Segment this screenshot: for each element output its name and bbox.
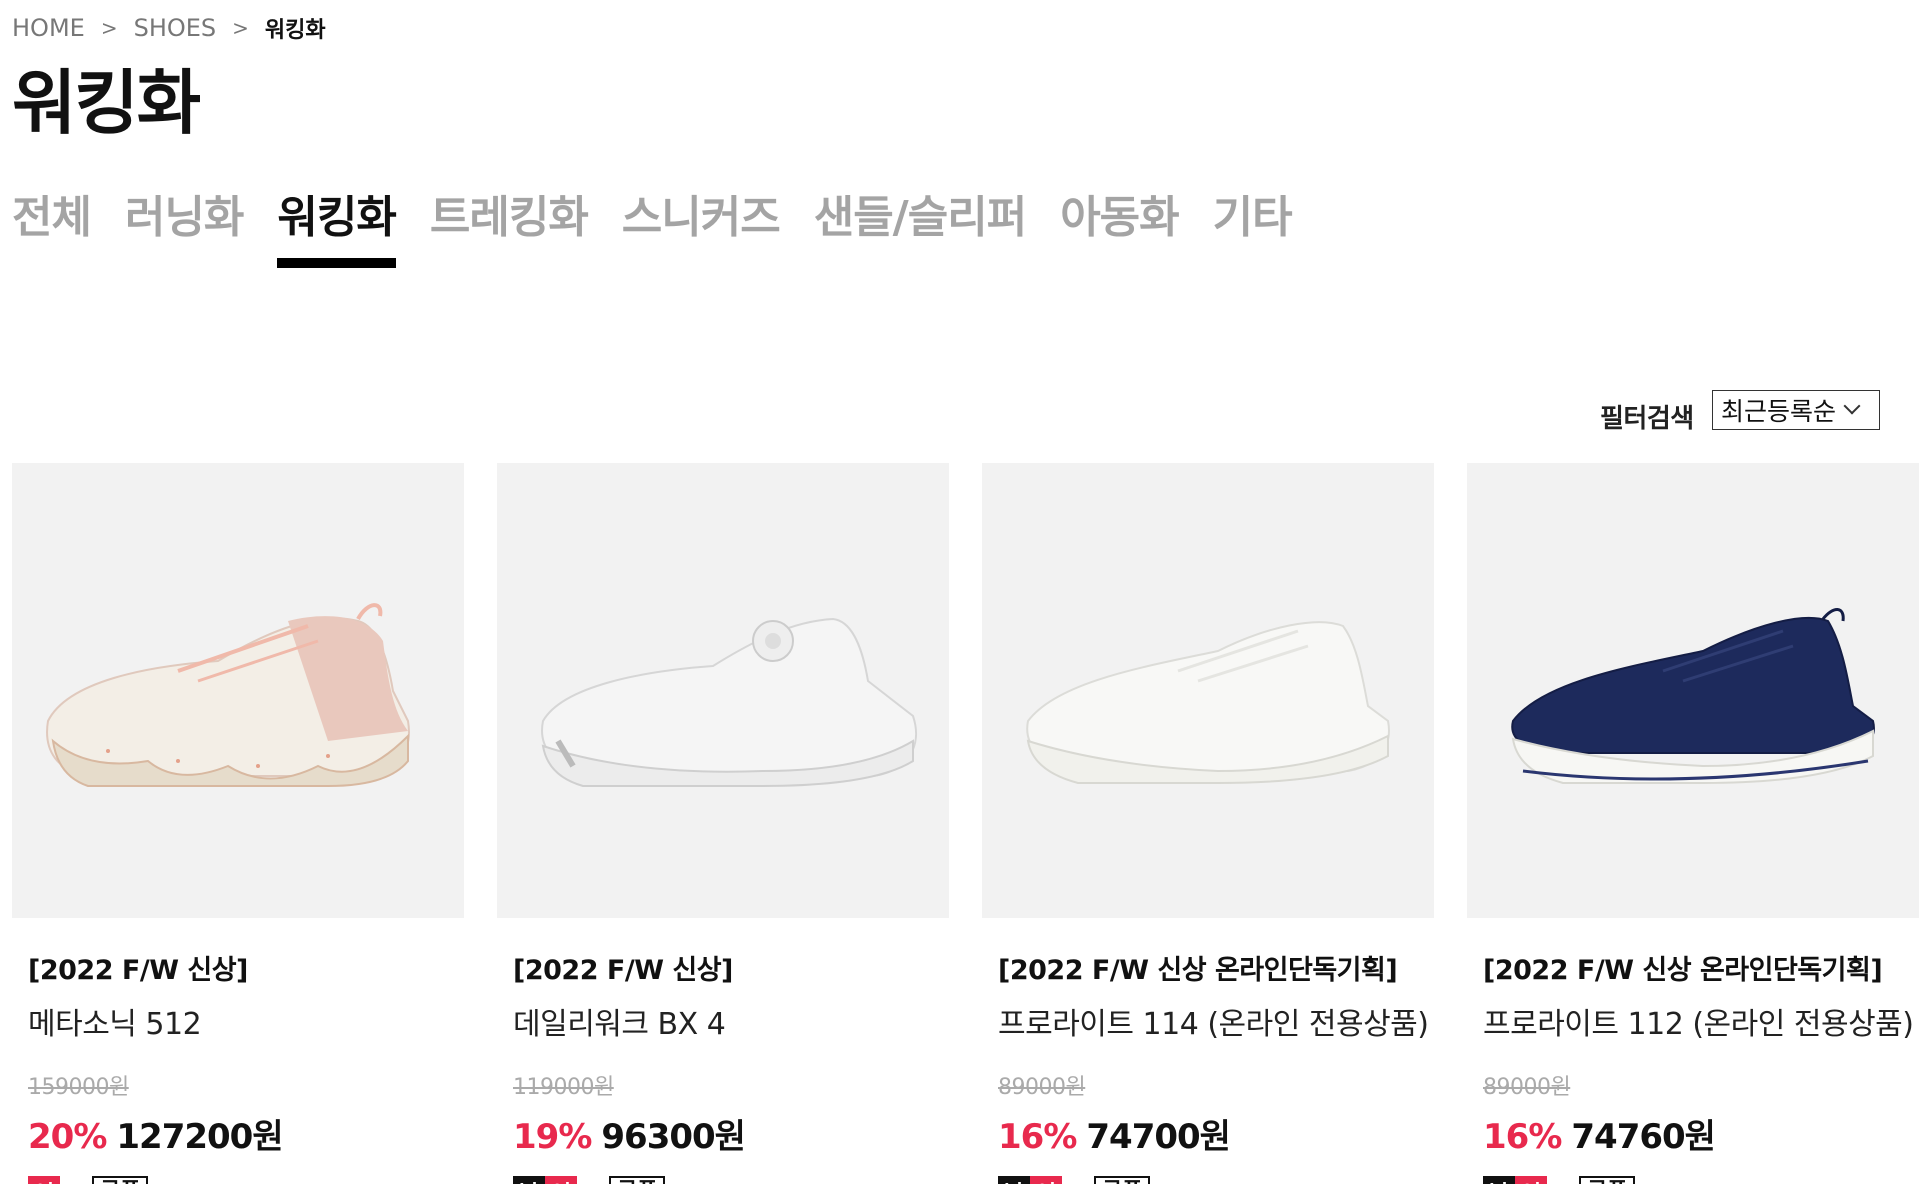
sale-price: 127200원 <box>116 1117 283 1157</box>
product-name[interactable]: 프로라이트 112 (온라인 전용상품) <box>1483 999 1919 1043</box>
chevron-down-icon <box>1843 397 1861 415</box>
sort-select[interactable]: 최근등록순 <box>1712 390 1880 430</box>
price-row: 20% 127200원 <box>28 1109 464 1158</box>
coupon-badge: 쿠폰 <box>1579 1176 1636 1184</box>
tab-all[interactable]: 전체 <box>12 190 92 270</box>
sale-price: 96300원 <box>601 1117 746 1157</box>
gender-male-badge: 남 <box>998 1176 1030 1184</box>
tab-kids[interactable]: 아동화 <box>1060 190 1179 270</box>
shoe-image-pink <box>46 602 410 787</box>
product-image[interactable] <box>1467 463 1919 918</box>
gender-male-badge: 남 <box>513 1176 545 1184</box>
shoe-image-navy-knit <box>1511 607 1875 784</box>
product-tag: [2022 F/W 신상 온라인단독기획] <box>1483 955 1883 986</box>
product-card[interactable]: [2022 F/W 신상 온라인단독기획] 프로라이트 114 (온라인 전용상… <box>982 463 1434 1184</box>
price-row: 19% 96300원 <box>513 1109 949 1158</box>
coupon-badge: 쿠폰 <box>1094 1176 1151 1184</box>
shoe-image-white-boa <box>541 617 918 787</box>
gender-female-badge: 여 <box>545 1176 577 1184</box>
page-title: 워킹화 <box>12 62 201 144</box>
sale-price: 74760원 <box>1571 1117 1716 1157</box>
product-tag: [2022 F/W 신상] <box>28 955 248 986</box>
breadcrumb-separator: > <box>100 16 118 40</box>
breadcrumb-separator: > <box>232 16 249 40</box>
tab-trekking[interactable]: 트레킹화 <box>430 190 589 270</box>
product-name[interactable]: 데일리워크 BX 4 <box>513 999 949 1043</box>
tab-sandals[interactable]: 샌들/슬리퍼 <box>814 190 1027 270</box>
breadcrumb: HOME > SHOES > 워킹화 <box>12 12 326 44</box>
discount-rate: 16% <box>998 1117 1077 1157</box>
original-price: 159000원 <box>28 1075 129 1100</box>
badge-row: 여 쿠폰 <box>28 1176 464 1184</box>
product-tag: [2022 F/W 신상] <box>513 955 733 986</box>
product-image[interactable] <box>497 463 949 918</box>
badge-row: 남 여 쿠폰 <box>513 1176 949 1184</box>
coupon-badge: 쿠폰 <box>609 1176 666 1184</box>
gender-male-badge: 남 <box>1483 1176 1515 1184</box>
original-price: 89000원 <box>1483 1075 1571 1100</box>
product-image[interactable] <box>982 463 1434 918</box>
gender-female-badge: 여 <box>1515 1176 1547 1184</box>
breadcrumb-category-link[interactable]: SHOES <box>134 14 217 42</box>
filter-search-button[interactable]: 필터검색 <box>1600 398 1694 435</box>
gender-female-badge: 여 <box>28 1176 60 1184</box>
tab-running[interactable]: 러닝화 <box>125 190 244 270</box>
category-tabs: 전체 러닝화 워킹화 트레킹화 스니커즈 샌들/슬리퍼 아동화 기타 <box>12 190 1326 270</box>
product-card[interactable]: [2022 F/W 신상 온라인단독기획] 프로라이트 112 (온라인 전용상… <box>1467 463 1919 1184</box>
product-card[interactable]: [2022 F/W 신상] 메타소닉 512 159000원 20% 12720… <box>12 463 464 1184</box>
price-row: 16% 74700원 <box>998 1109 1434 1158</box>
original-price: 119000원 <box>513 1075 614 1100</box>
breadcrumb-home-link[interactable]: HOME <box>12 14 85 42</box>
coupon-badge: 쿠폰 <box>92 1176 149 1184</box>
product-grid: [2022 F/W 신상] 메타소닉 512 159000원 20% 12720… <box>12 463 1919 1184</box>
sort-select-value: 최근등록순 <box>1721 397 1837 426</box>
badge-row: 남 여 쿠폰 <box>998 1176 1434 1184</box>
badge-row: 남 여 쿠폰 <box>1483 1176 1919 1184</box>
discount-rate: 16% <box>1483 1117 1562 1157</box>
product-name[interactable]: 메타소닉 512 <box>28 999 464 1043</box>
sale-price: 74700원 <box>1086 1117 1231 1157</box>
product-card[interactable]: [2022 F/W 신상] 데일리워크 BX 4 119000원 19% 963… <box>497 463 949 1184</box>
breadcrumb-current: 워킹화 <box>264 18 326 43</box>
original-price: 89000원 <box>998 1075 1086 1100</box>
tab-walking[interactable]: 워킹화 <box>277 190 397 270</box>
discount-rate: 20% <box>28 1117 107 1157</box>
shoe-image-white-knit <box>1026 620 1390 784</box>
product-name[interactable]: 프로라이트 114 (온라인 전용상품) <box>998 999 1434 1043</box>
product-tag: [2022 F/W 신상 온라인단독기획] <box>998 955 1398 986</box>
price-row: 16% 74760원 <box>1483 1109 1919 1158</box>
gender-female-badge: 여 <box>1030 1176 1062 1184</box>
product-image[interactable] <box>12 463 464 918</box>
tab-etc[interactable]: 기타 <box>1213 190 1293 270</box>
discount-rate: 19% <box>513 1117 592 1157</box>
tab-sneakers[interactable]: 스니커즈 <box>622 190 781 270</box>
